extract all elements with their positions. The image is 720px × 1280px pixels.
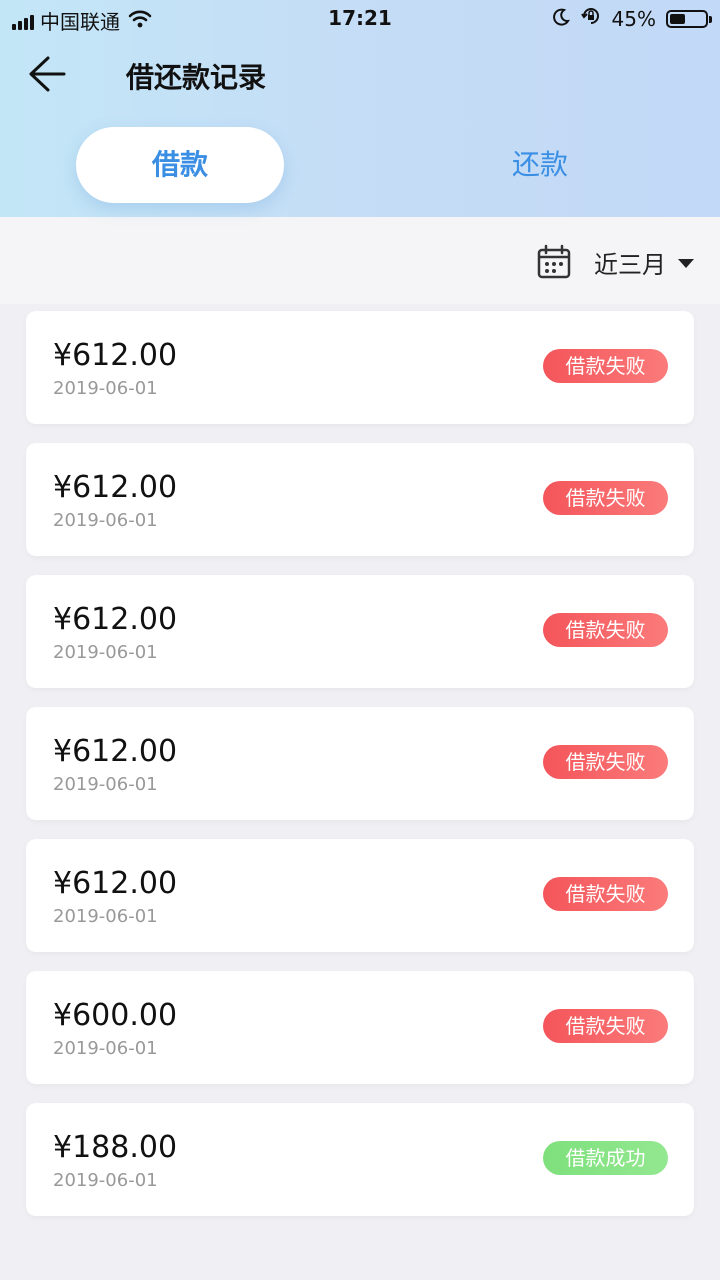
battery-fill [670, 13, 685, 24]
rotation-lock-icon [580, 5, 602, 32]
record-amount: ¥612.00 [53, 338, 178, 373]
caret-down-icon [678, 258, 694, 268]
header: 中国联通 17:21 45% 借还款记录 借款 还款 [0, 0, 720, 217]
record-amount: ¥612.00 [53, 470, 178, 505]
record-date: 2019-06-01 [53, 510, 158, 531]
record-card[interactable]: ¥612.00 2019-06-01 借款失败 [26, 311, 694, 424]
status-badge: 借款成功 [543, 1141, 668, 1175]
record-date: 2019-06-01 [53, 378, 158, 399]
record-date: 2019-06-01 [53, 906, 158, 927]
record-date: 2019-06-01 [53, 774, 158, 795]
status-badge: 借款失败 [543, 349, 668, 383]
record-amount: ¥600.00 [53, 998, 178, 1033]
record-card[interactable]: ¥612.00 2019-06-01 借款失败 [26, 443, 694, 556]
arrow-left-icon [29, 56, 66, 92]
record-amount: ¥188.00 [53, 1130, 178, 1165]
status-right: 45% [552, 5, 712, 32]
record-amount: ¥612.00 [53, 866, 178, 901]
record-list: ¥612.00 2019-06-01 借款失败 ¥612.00 2019-06-… [0, 304, 720, 1280]
back-button[interactable] [26, 54, 70, 94]
record-card[interactable]: ¥612.00 2019-06-01 借款失败 [26, 839, 694, 952]
status-badge: 借款失败 [543, 745, 668, 779]
period-filter[interactable]: 近三月 [536, 242, 694, 282]
calendar-icon [537, 244, 571, 279]
record-card[interactable]: ¥612.00 2019-06-01 借款失败 [26, 575, 694, 688]
status-badge: 借款失败 [543, 613, 668, 647]
status-badge: 借款失败 [543, 481, 668, 515]
tab-borrow[interactable]: 借款 [76, 127, 284, 203]
record-amount: ¥612.00 [53, 734, 178, 769]
battery-icon [666, 9, 712, 28]
battery-percent: 45% [611, 6, 656, 31]
record-date: 2019-06-01 [53, 642, 158, 663]
tab-repay[interactable]: 还款 [436, 127, 644, 203]
status-bar: 中国联通 17:21 45% [0, 0, 720, 38]
record-date: 2019-06-01 [53, 1038, 158, 1059]
record-card[interactable]: ¥188.00 2019-06-01 借款成功 [26, 1103, 694, 1216]
filter-label: 近三月 [594, 250, 666, 279]
status-badge: 借款失败 [543, 877, 668, 911]
status-badge: 借款失败 [543, 1009, 668, 1043]
record-card[interactable]: ¥600.00 2019-06-01 借款失败 [26, 971, 694, 1084]
record-amount: ¥612.00 [53, 602, 178, 637]
moon-icon [552, 7, 570, 31]
page-title: 借还款记录 [126, 61, 267, 94]
record-card[interactable]: ¥612.00 2019-06-01 借款失败 [26, 707, 694, 820]
record-date: 2019-06-01 [53, 1170, 158, 1191]
